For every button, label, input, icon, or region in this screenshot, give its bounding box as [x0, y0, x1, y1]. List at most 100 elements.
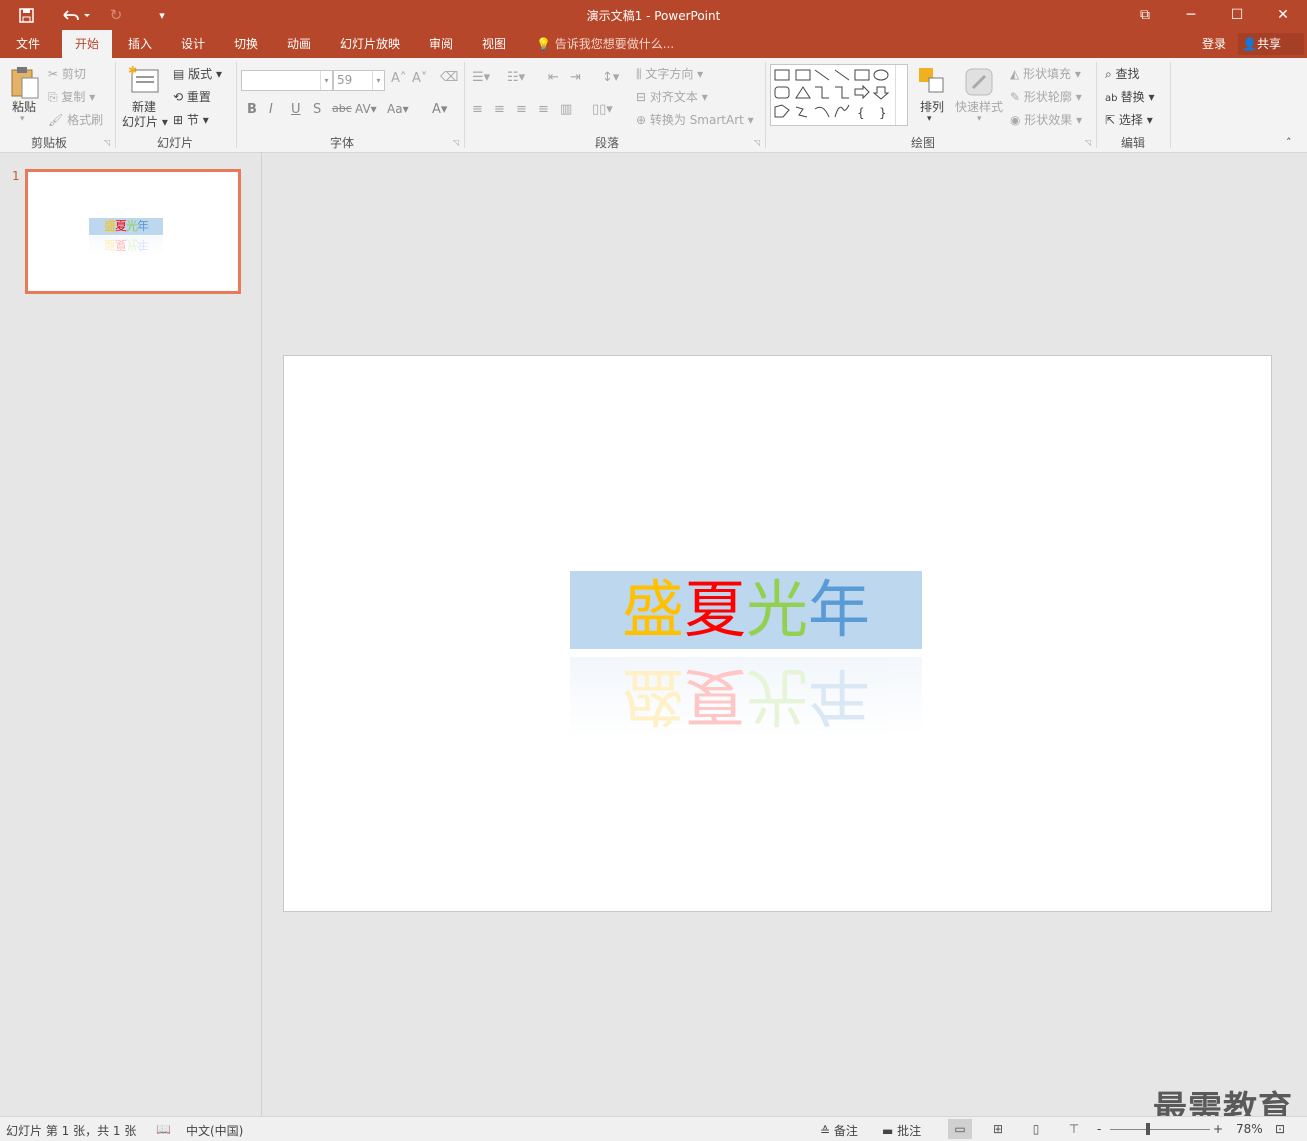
bullets-icon[interactable]: ☰▾: [472, 70, 490, 85]
smartart-button[interactable]: ⊕ 转换为 SmartArt ▾: [636, 111, 754, 128]
quick-styles-dropdown-icon[interactable]: ▾: [977, 114, 982, 124]
tab-file[interactable]: 文件: [6, 30, 50, 58]
shape-outline-button[interactable]: ✎ 形状轮廓 ▾: [1010, 88, 1082, 105]
share-button[interactable]: 👤共享: [1238, 33, 1304, 55]
tell-me-text: 告诉我您想要做什么...: [554, 37, 675, 51]
format-painter-button[interactable]: 🖌 格式刷: [48, 111, 103, 128]
tab-transitions[interactable]: 切换: [224, 30, 268, 58]
new-slide-button[interactable]: 幻灯片 ▾: [122, 113, 168, 130]
ribbon-tabs: 文件 开始 插入 设计 切换 动画 幻灯片放映 审阅 视图 💡 告诉我您想要做什…: [0, 30, 1307, 58]
select-button[interactable]: ⇱ 选择 ▾: [1105, 111, 1153, 128]
arrange-icon[interactable]: [917, 66, 947, 99]
decrease-indent-icon[interactable]: ⇤: [548, 70, 559, 85]
shapes-gallery[interactable]: {}: [770, 64, 908, 126]
language-status[interactable]: 中文(中国): [186, 1122, 243, 1139]
tell-me-box[interactable]: 💡 告诉我您想要做什么...: [536, 30, 674, 58]
italic-icon[interactable]: I: [269, 102, 273, 117]
layout-button[interactable]: ▤ 版式 ▾: [173, 65, 222, 82]
align-center-icon[interactable]: ≡: [494, 102, 505, 117]
bold-icon[interactable]: B: [247, 102, 257, 117]
close-button[interactable]: ✕: [1260, 0, 1306, 30]
tab-review[interactable]: 审阅: [419, 30, 463, 58]
tab-design[interactable]: 设计: [171, 30, 215, 58]
gallery-scroll[interactable]: [895, 65, 907, 125]
text-direction-button[interactable]: ⫼ 文字方向 ▾: [636, 65, 703, 82]
minimize-button[interactable]: ─: [1168, 0, 1214, 30]
section-button[interactable]: ⊞ 节 ▾: [173, 111, 209, 128]
slideshow-view-icon[interactable]: ⊤: [1062, 1119, 1086, 1139]
align-right-icon[interactable]: ≡: [516, 102, 527, 117]
zoom-slider[interactable]: [1110, 1129, 1210, 1130]
slide-canvas[interactable]: 盛夏光年 盛夏光年: [283, 355, 1272, 912]
clipboard-launcher-icon[interactable]: ◹: [104, 138, 110, 147]
zoom-in-icon[interactable]: +: [1213, 1122, 1223, 1136]
chevron-down-icon[interactable]: ▾: [320, 71, 332, 90]
shadow-icon[interactable]: S: [313, 102, 321, 117]
section-icon: ⊞: [173, 113, 187, 127]
line-spacing-icon[interactable]: ↕▾: [602, 70, 619, 85]
login-link[interactable]: 登录: [1202, 30, 1226, 58]
font-name-combo[interactable]: ▾: [241, 70, 333, 91]
fit-to-window-icon[interactable]: ⊡: [1275, 1122, 1285, 1136]
change-case-icon[interactable]: Aa▾: [387, 102, 409, 116]
chevron-down-icon[interactable]: ▾: [372, 71, 384, 90]
underline-icon[interactable]: U: [291, 102, 301, 117]
svg-text:✱: ✱: [128, 64, 137, 77]
zoom-slider-thumb[interactable]: [1146, 1123, 1150, 1135]
clear-formatting-icon[interactable]: ⌫: [440, 70, 458, 85]
paste-button[interactable]: 粘贴: [12, 98, 36, 115]
notes-button[interactable]: ≙ 备注: [820, 1122, 858, 1139]
arrange-dropdown-icon[interactable]: ▾: [927, 114, 932, 124]
scissors-icon: ✂: [48, 67, 62, 81]
paragraph-launcher-icon[interactable]: ◹: [754, 138, 760, 147]
normal-view-icon[interactable]: ▭: [948, 1119, 972, 1139]
align-text-button[interactable]: ⊟ 对齐文本 ▾: [636, 88, 708, 105]
numbering-icon[interactable]: ☷▾: [507, 70, 525, 85]
zoom-out-icon[interactable]: -: [1097, 1122, 1101, 1136]
replace-button[interactable]: ab 替换 ▾: [1105, 88, 1155, 105]
slide-thumbnail[interactable]: 盛夏光年 盛夏光年: [25, 169, 241, 294]
collapse-ribbon-icon[interactable]: ˄: [1286, 136, 1292, 149]
arrange-button[interactable]: 排列: [920, 98, 944, 115]
slide-sorter-icon[interactable]: ⊞: [986, 1119, 1010, 1139]
title-text-box[interactable]: 盛夏光年: [570, 571, 922, 649]
find-button[interactable]: ⌕ 查找: [1105, 65, 1140, 82]
new-slide-icon[interactable]: ✱: [128, 64, 160, 99]
char-spacing-icon[interactable]: AV▾: [355, 102, 377, 116]
maximize-button[interactable]: ☐: [1214, 0, 1260, 30]
justify-icon[interactable]: ≡: [538, 102, 549, 117]
quick-styles-button[interactable]: 快速样式: [955, 98, 1003, 115]
grow-font-icon[interactable]: A˄: [391, 71, 406, 86]
strikethrough-icon[interactable]: abc: [332, 102, 352, 115]
tab-home[interactable]: 开始: [62, 30, 112, 58]
columns-icon[interactable]: ▯▯▾: [592, 102, 613, 117]
distributed-icon[interactable]: ▥: [560, 102, 572, 117]
reading-view-icon[interactable]: ▯: [1024, 1119, 1048, 1139]
tab-insert[interactable]: 插入: [118, 30, 162, 58]
align-left-icon[interactable]: ≡: [472, 102, 483, 117]
tab-slideshow[interactable]: 幻灯片放映: [333, 30, 407, 58]
font-color-icon[interactable]: A▾: [432, 102, 447, 117]
spell-check-icon[interactable]: 📖: [156, 1122, 171, 1136]
shape-fill-button[interactable]: ◭ 形状填充 ▾: [1010, 65, 1081, 82]
tab-animations[interactable]: 动画: [277, 30, 321, 58]
drawing-launcher-icon[interactable]: ◹: [1085, 138, 1091, 147]
reset-button[interactable]: ⟲ 重置: [173, 88, 211, 105]
separator: [1096, 62, 1097, 148]
quick-styles-icon[interactable]: [963, 66, 995, 101]
font-launcher-icon[interactable]: ◹: [453, 138, 459, 147]
shapes-icon[interactable]: {}: [771, 65, 895, 125]
increase-indent-icon[interactable]: ⇥: [570, 70, 581, 85]
zoom-level[interactable]: 78%: [1236, 1122, 1263, 1136]
shrink-font-icon[interactable]: A˅: [412, 71, 427, 86]
shape-effects-button[interactable]: ◉ 形状效果 ▾: [1010, 111, 1082, 128]
paste-dropdown-icon[interactable]: ▾: [20, 114, 25, 124]
pen-icon: ✎: [1010, 90, 1024, 104]
font-size-combo[interactable]: 59 ▾: [333, 70, 385, 91]
smartart-icon: ⊕: [636, 113, 650, 127]
copy-button[interactable]: ⎘ 复制 ▾: [48, 88, 95, 105]
cut-button[interactable]: ✂ 剪切: [48, 65, 86, 82]
comments-button[interactable]: ▬ 批注: [882, 1122, 921, 1139]
ribbon-display-icon[interactable]: ⧉: [1122, 0, 1168, 30]
tab-view[interactable]: 视图: [472, 30, 516, 58]
